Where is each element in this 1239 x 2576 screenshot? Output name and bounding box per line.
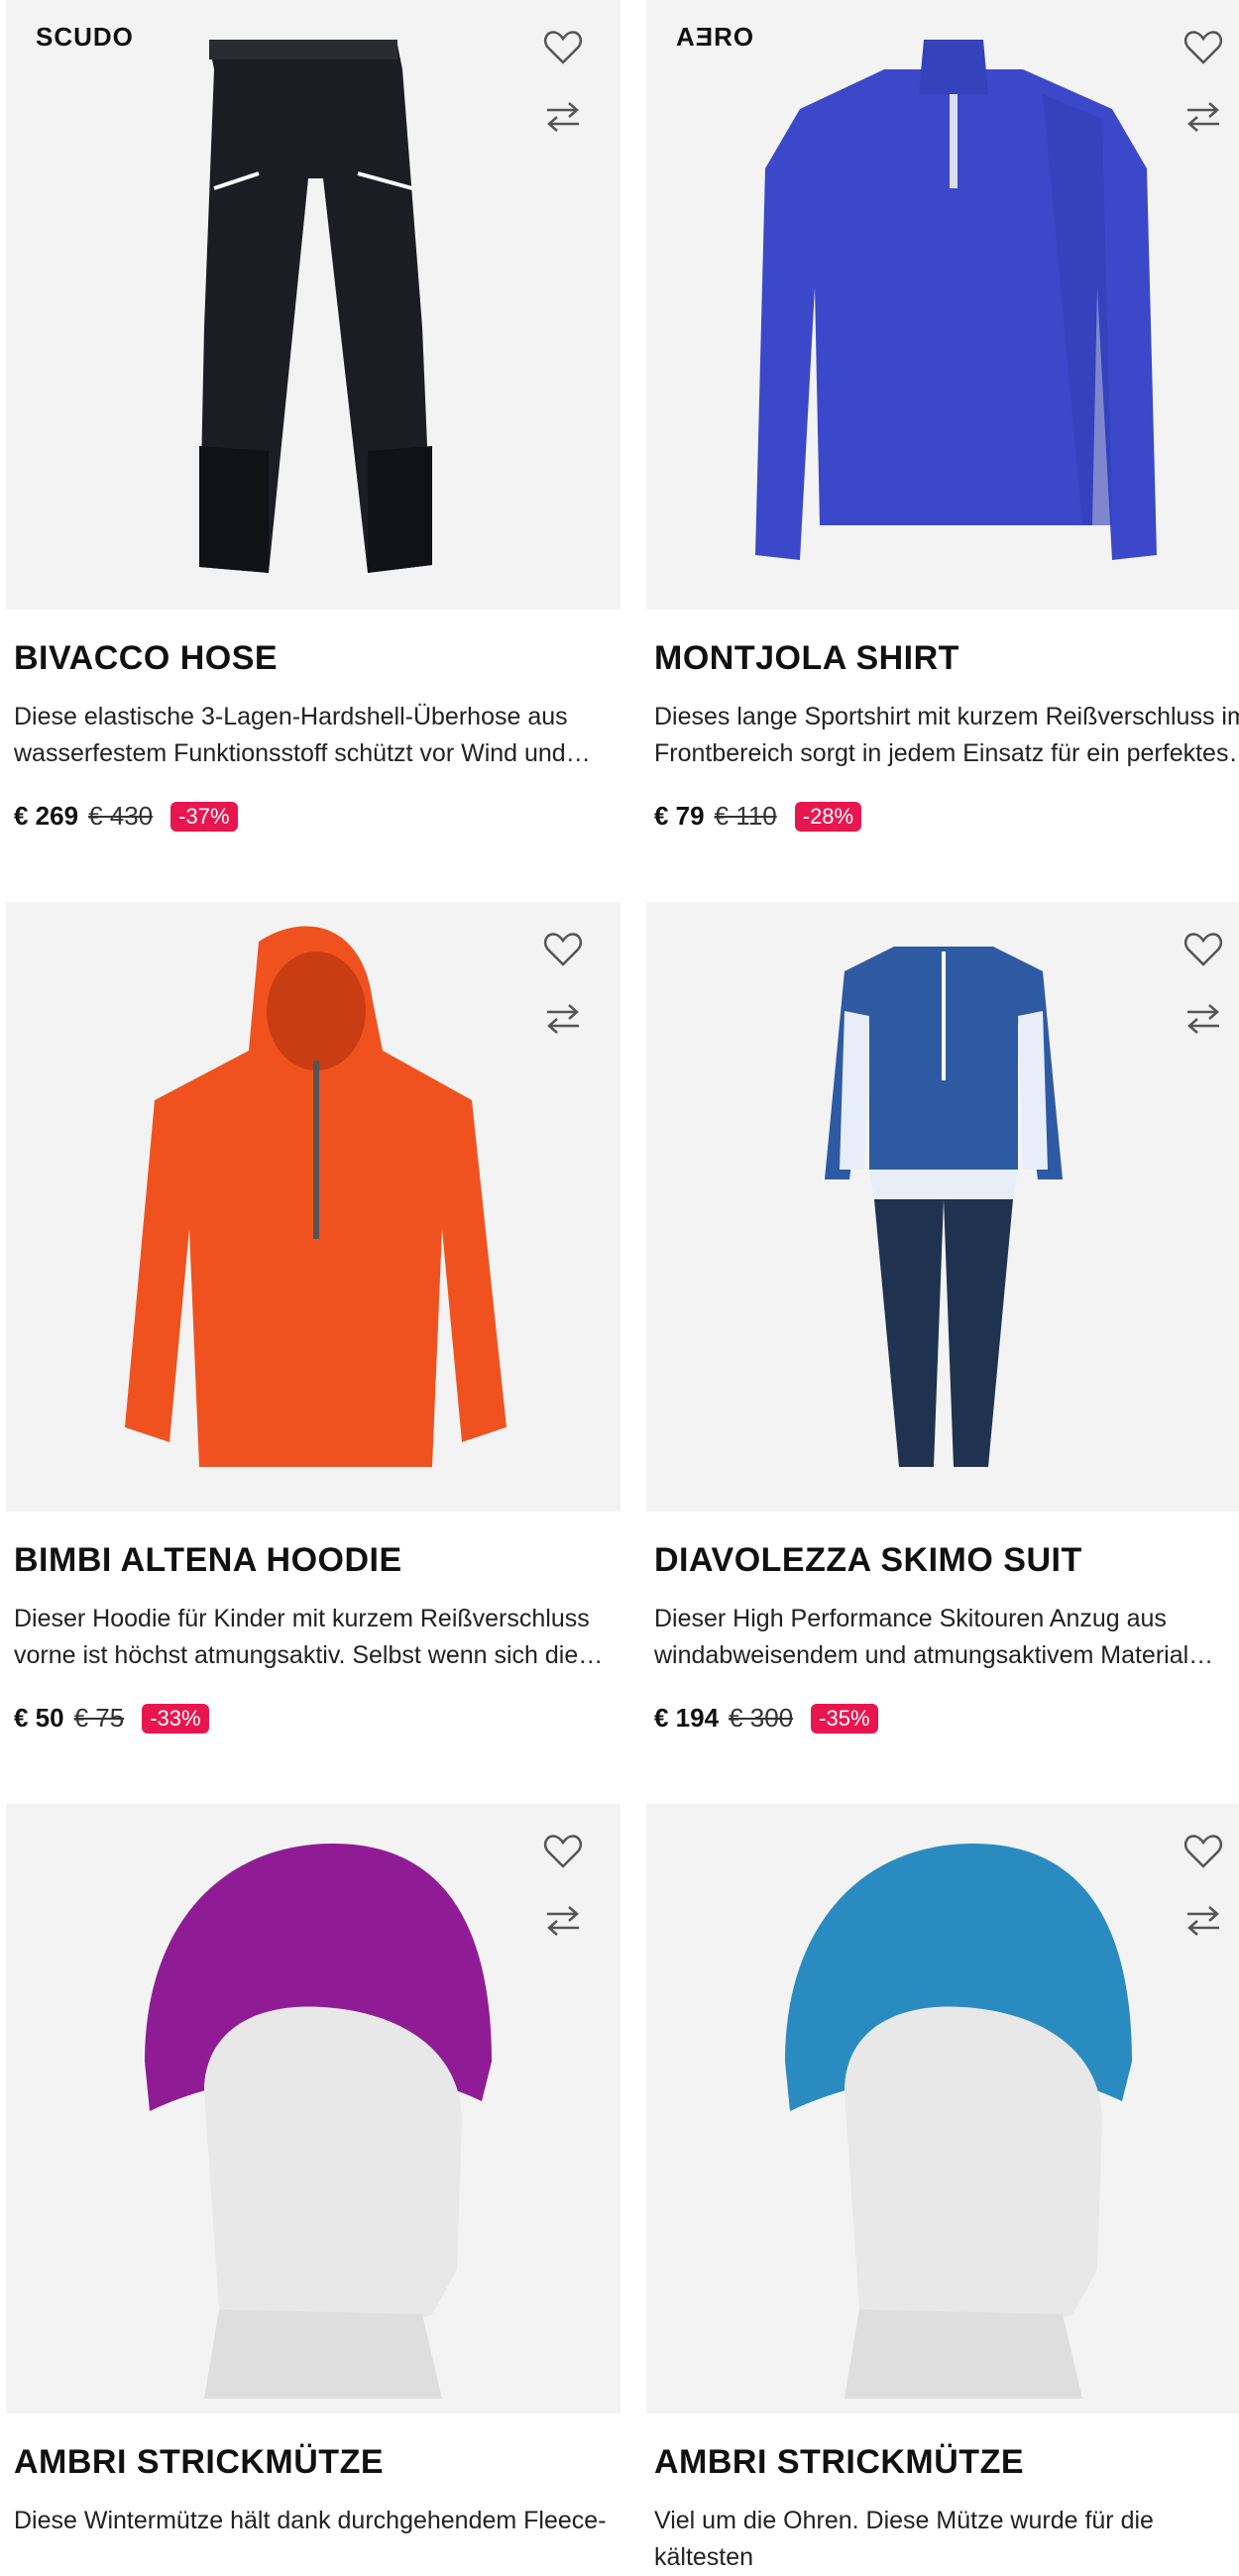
- suit-image: [825, 947, 1063, 1467]
- pants-image: [199, 40, 432, 573]
- product-image[interactable]: SCUDO: [6, 0, 620, 610]
- product-description: Dieses lange Sportshirt mit kurzem Reißv…: [654, 703, 1239, 767]
- product-description: Diese elastische 3-Lagen-Hardshell-Überh…: [14, 703, 591, 767]
- product-title[interactable]: AMBRI STRICKMÜTZE: [14, 2443, 384, 2482]
- product-title[interactable]: DIAVOLEZZA SKIMO SUIT: [654, 1541, 1082, 1580]
- hoodie-image: [125, 926, 507, 1467]
- product-description: Viel um die Ohren. Diese Mütze wurde für…: [654, 2507, 1154, 2571]
- compare-arrows-icon[interactable]: [541, 1899, 585, 1943]
- price-row: € 79 € 110 -28%: [654, 801, 862, 832]
- discount-badge: -28%: [794, 801, 862, 832]
- brand-logo: AƎRO: [676, 22, 755, 52]
- beanie-image: [785, 1844, 1132, 2399]
- current-price: € 194: [654, 1703, 720, 1733]
- current-price: € 50: [14, 1703, 64, 1733]
- old-price: € 110: [714, 801, 777, 831]
- compare-arrows-icon[interactable]: [1182, 95, 1225, 139]
- beanie-image: [145, 1844, 492, 2399]
- compare-arrows-icon[interactable]: [1182, 997, 1225, 1041]
- product-image[interactable]: [6, 902, 620, 1512]
- old-price: € 430: [88, 801, 154, 831]
- current-price: € 269: [14, 801, 79, 831]
- wishlist-heart-icon[interactable]: [541, 928, 585, 971]
- product-image[interactable]: [646, 1804, 1239, 2413]
- shirt-image: [755, 40, 1157, 560]
- product-description: Dieser Hoodie für Kinder mit kurzem Reiß…: [14, 1605, 604, 1669]
- wishlist-heart-icon[interactable]: [1182, 928, 1225, 971]
- product-title[interactable]: MONTJOLA SHIRT: [654, 639, 959, 678]
- wishlist-heart-icon[interactable]: [541, 26, 585, 69]
- discount-badge: -35%: [811, 1703, 878, 1734]
- old-price: € 75: [73, 1703, 125, 1733]
- wishlist-heart-icon[interactable]: [1182, 1830, 1225, 1873]
- product-title[interactable]: AMBRI STRICKMÜTZE: [654, 2443, 1024, 2482]
- price-row: € 50 € 75 -33%: [14, 1703, 209, 1734]
- price-row: € 194 € 300 -35%: [654, 1703, 878, 1734]
- discount-badge: -37%: [170, 801, 238, 832]
- product-title[interactable]: BIVACCO HOSE: [14, 639, 278, 678]
- brand-logo: SCUDO: [36, 22, 134, 52]
- product-description: Dieser High Performance Skitouren Anzug …: [654, 1605, 1214, 1669]
- compare-arrows-icon[interactable]: [541, 997, 585, 1041]
- compare-arrows-icon[interactable]: [1182, 1899, 1225, 1943]
- current-price: € 79: [654, 801, 705, 831]
- product-image[interactable]: [6, 1804, 620, 2413]
- product-image[interactable]: [646, 902, 1239, 1512]
- product-description: Diese Wintermütze hält dank durchgehende…: [14, 2507, 607, 2534]
- wishlist-heart-icon[interactable]: [1182, 26, 1225, 69]
- product-title[interactable]: BIMBI ALTENA HOODIE: [14, 1541, 402, 1580]
- discount-badge: -33%: [142, 1703, 209, 1734]
- price-row: € 269 € 430 -37%: [14, 801, 238, 832]
- compare-arrows-icon[interactable]: [541, 95, 585, 139]
- product-image[interactable]: AƎRO: [646, 0, 1239, 610]
- old-price: € 300: [729, 1703, 794, 1733]
- wishlist-heart-icon[interactable]: [541, 1830, 585, 1873]
